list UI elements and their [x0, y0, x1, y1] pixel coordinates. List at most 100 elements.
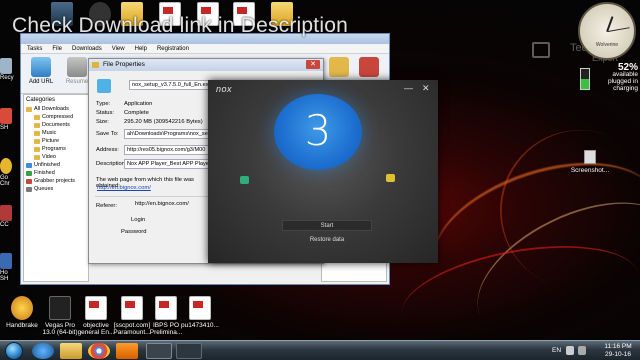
grabber-icon — [359, 57, 379, 77]
menu-view[interactable]: View — [112, 44, 125, 53]
battery-gadget[interactable]: 52% available plugged in charging — [580, 63, 638, 94]
queue-icon — [26, 186, 32, 192]
minimize-button[interactable]: — — [404, 83, 413, 93]
handbrake-icon — [11, 296, 33, 320]
status-label: Status: — [96, 110, 115, 116]
video-icon — [34, 154, 40, 160]
type-value: Application — [124, 101, 153, 107]
size-label: Size: — [96, 119, 109, 125]
category-video[interactable]: Video — [26, 153, 86, 161]
monitor-icon — [532, 42, 550, 58]
vlc-icon[interactable] — [116, 343, 138, 359]
resume-icon — [67, 57, 87, 77]
folder-icon — [34, 146, 40, 152]
desktop-icon-recycle-bin[interactable]: Recy — [0, 58, 14, 81]
menu-file[interactable]: File — [52, 44, 62, 53]
wallpaper-streak — [477, 107, 640, 313]
folder-icon — [26, 170, 32, 176]
address-label: Address: — [96, 147, 119, 153]
status-value: Complete — [124, 110, 149, 116]
pdf-icon — [121, 296, 143, 320]
pdf-icon — [189, 296, 211, 320]
menu-tasks[interactable]: Tasks — [27, 44, 42, 53]
desktop-icon-vegas[interactable]: Vegas Pro 13.0 (64-bit) — [40, 296, 80, 336]
folder-icon — [34, 122, 40, 128]
pdf-icon — [155, 296, 177, 320]
referer-value: http://en.bignox.com/ — [135, 201, 189, 207]
image-file-icon — [584, 150, 596, 164]
restore-data-link[interactable]: Restore data — [282, 237, 372, 243]
category-unfinished[interactable]: Unfinished — [26, 161, 86, 169]
category-documents[interactable]: Documents — [26, 121, 86, 129]
category-music[interactable]: Music — [26, 129, 86, 137]
toolbar-button[interactable] — [351, 57, 387, 79]
globe-plus-icon — [31, 57, 51, 77]
category-all-downloads[interactable]: All Downloads — [26, 105, 86, 113]
desktop-icon-partial[interactable]: Ho SH — [0, 253, 14, 282]
chrome-icon[interactable] — [88, 343, 110, 359]
start-button[interactable]: Start — [282, 220, 372, 231]
desktop-icon-pdf[interactable]: objective general En... — [76, 296, 116, 336]
taskbar: EN 11:16 PM 29-10-16 — [0, 340, 640, 360]
pdf-icon — [85, 296, 107, 320]
folder-icon — [26, 106, 32, 112]
video-overlay-title: Check Download link in Description — [12, 14, 348, 37]
category-programs[interactable]: Programs — [26, 145, 86, 153]
countdown-badge: 3 — [274, 94, 362, 170]
category-queues[interactable]: Queues — [26, 185, 86, 193]
music-icon — [34, 130, 40, 136]
clock-gadget[interactable]: Wolverine — [578, 2, 636, 60]
category-picture[interactable]: Picture — [26, 137, 86, 145]
explorer-icon[interactable] — [60, 343, 82, 359]
folder-icon — [26, 162, 32, 168]
desktop-icon-screenshot[interactable]: Screenshot... — [565, 150, 615, 174]
picture-icon — [34, 138, 40, 144]
grabber-icon — [26, 178, 32, 184]
file-properties-titlebar[interactable]: File Properties ✕ — [89, 59, 323, 71]
close-button[interactable]: ✕ — [422, 83, 430, 94]
desktop-icon-partial[interactable]: SH — [0, 108, 14, 131]
password-label: Password — [121, 229, 147, 235]
language-indicator[interactable]: EN — [552, 347, 561, 354]
category-compressed[interactable]: Compressed — [26, 113, 86, 121]
desktop-icon-handbrake[interactable]: Handbrake — [2, 296, 42, 329]
menu-downloads[interactable]: Downloads — [72, 44, 102, 53]
network-icon[interactable] — [566, 346, 574, 355]
category-grabber-projects[interactable]: Grabber projects — [26, 177, 86, 185]
wallpaper-streak — [456, 174, 640, 360]
menu-help[interactable]: Help — [135, 44, 147, 53]
size-value: 295.20 MB (309542216 Bytes) — [124, 119, 203, 125]
desktop-icon-chrome[interactable]: Go Chr — [0, 158, 14, 187]
desktop-icon-pdf[interactable]: pu1473410... — [180, 296, 220, 329]
android-robot-icon — [240, 176, 249, 184]
nox-logo: nox — [216, 84, 233, 94]
taskbar-clock[interactable]: 11:16 PM 29-10-16 — [600, 343, 636, 358]
nox-icon[interactable] — [176, 343, 202, 359]
login-label: Login — [131, 217, 146, 223]
close-button[interactable]: ✕ — [306, 60, 320, 69]
android-robot-icon — [386, 174, 395, 182]
application-icon — [97, 79, 111, 93]
type-label: Type: — [96, 101, 111, 107]
scheduler-icon — [329, 57, 349, 77]
menu-registration[interactable]: Registration — [157, 44, 189, 53]
vegas-icon — [49, 296, 71, 320]
referer-label: Referer: — [96, 203, 117, 209]
source-page-link[interactable]: http://en.bignox.com/ — [97, 185, 151, 191]
start-button[interactable] — [5, 342, 23, 360]
battery-icon — [580, 68, 590, 90]
ie-icon[interactable] — [32, 343, 54, 359]
add-url-button[interactable]: Add URL — [23, 57, 59, 85]
countdown-number: 3 — [304, 106, 332, 155]
desktop-icon-partial[interactable]: CC — [0, 205, 14, 228]
nox-launcher-window: nox — ✕ 3 Start Restore data — [208, 80, 438, 263]
nox-icon[interactable] — [146, 343, 172, 359]
clock-minute-hand — [607, 27, 630, 32]
idm-menubar: Tasks File Downloads View Help Registrat… — [21, 44, 389, 54]
save-to-label: Save To: — [96, 131, 119, 137]
category-finished[interactable]: Finished — [26, 169, 86, 177]
categories-panel: Categories All Downloads Compressed Docu… — [23, 94, 89, 282]
folder-icon — [34, 114, 40, 120]
volume-icon[interactable] — [578, 346, 586, 355]
battery-fill — [581, 78, 589, 89]
